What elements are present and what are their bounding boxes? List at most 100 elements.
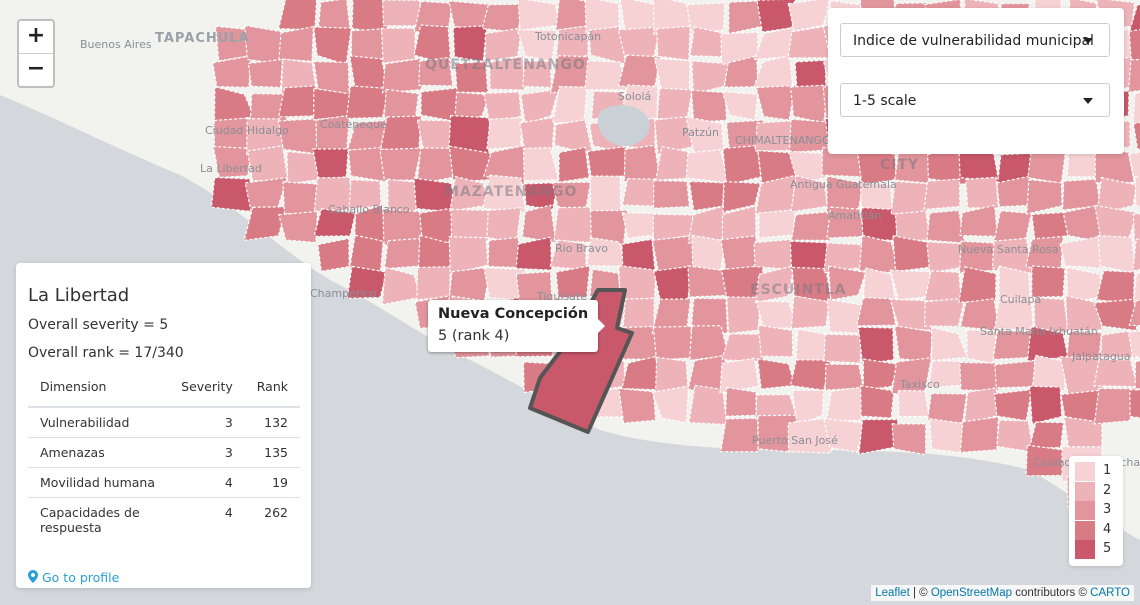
municipality-region[interactable]	[859, 384, 895, 419]
municipality-region[interactable]	[994, 360, 1036, 389]
scale-select[interactable]: 1-5 scale	[840, 83, 1110, 117]
municipality-region[interactable]	[926, 209, 966, 244]
row-severity: 3	[169, 406, 245, 438]
municipality-region[interactable]	[618, 387, 657, 424]
municipality-region[interactable]	[1128, 26, 1140, 64]
municipality-region[interactable]	[487, 236, 521, 269]
table-row: Movilidad humana 4 19	[28, 467, 300, 498]
overall-rank: Overall rank = 17/340	[28, 345, 184, 361]
tooltip-arrow	[598, 319, 606, 333]
zoom-out-button[interactable]: −	[19, 53, 53, 86]
municipality-region[interactable]	[278, 210, 319, 244]
municipality-region[interactable]	[519, 116, 556, 152]
municipality-region[interactable]	[380, 27, 416, 64]
go-to-profile-link[interactable]: Go to profile	[28, 570, 119, 585]
indicator-select[interactable]: Indice de vulnerabilidad municipal	[840, 23, 1110, 57]
legend-swatch	[1075, 462, 1095, 481]
municipality-region[interactable]	[757, 324, 794, 358]
municipality-region[interactable]	[894, 210, 931, 242]
place-label: Champerico	[310, 287, 377, 300]
municipality-region[interactable]	[1028, 421, 1065, 450]
municipality-region[interactable]	[312, 87, 353, 121]
zoom-in-button[interactable]: +	[19, 21, 53, 53]
municipality-region[interactable]	[719, 357, 760, 394]
municipality-region[interactable]	[486, 116, 523, 150]
municipality-region[interactable]	[825, 385, 867, 423]
place-label: CITY	[880, 157, 920, 173]
legend-swatch	[1075, 520, 1095, 540]
municipality-region[interactable]	[959, 416, 1000, 454]
municipality-region[interactable]	[892, 235, 932, 273]
municipality-region[interactable]	[690, 89, 728, 123]
municipality-region[interactable]	[553, 206, 594, 244]
municipality-region[interactable]	[790, 210, 832, 242]
municipality-region[interactable]	[927, 392, 968, 424]
municipality-region[interactable]	[286, 150, 320, 185]
municipality-region[interactable]	[1132, 212, 1140, 243]
municipality-region[interactable]	[724, 386, 757, 417]
place-label: La Libertad	[200, 162, 262, 175]
place-label: MAZATENANGO	[445, 184, 578, 200]
municipality-region[interactable]	[823, 333, 862, 364]
municipality-region[interactable]	[656, 25, 691, 61]
municipality-region[interactable]	[789, 240, 828, 273]
municipality-region[interactable]	[691, 234, 727, 271]
municipality-region[interactable]	[379, 147, 422, 182]
municipality-region[interactable]	[383, 88, 420, 121]
municipality-region[interactable]	[247, 58, 284, 89]
municipality-region[interactable]	[824, 363, 865, 391]
municipality-region[interactable]	[383, 237, 421, 270]
municipality-region[interactable]	[416, 266, 452, 301]
municipality-region[interactable]	[826, 298, 862, 334]
municipality-region[interactable]	[623, 144, 662, 183]
municipality-region[interactable]	[652, 179, 691, 209]
municipality-region[interactable]	[959, 361, 1000, 392]
legend-label: 1	[1103, 463, 1112, 478]
municipality-region[interactable]	[993, 388, 1033, 422]
municipality-region[interactable]	[521, 204, 557, 244]
municipality-region[interactable]	[656, 87, 693, 121]
municipality-region[interactable]	[1028, 385, 1063, 425]
municipality-region[interactable]	[897, 389, 930, 418]
info-panel: La Libertad Overall severity = 5 Overall…	[16, 263, 311, 588]
row-dimension: Amenazas	[28, 437, 170, 468]
municipality-region[interactable]	[349, 234, 384, 272]
municipality-region[interactable]	[923, 178, 961, 211]
municipality-region[interactable]	[1129, 389, 1140, 421]
go-to-profile-label: Go to profile	[41, 570, 120, 585]
leaflet-link[interactable]: Leaflet	[875, 587, 910, 599]
municipality-region[interactable]	[758, 209, 797, 239]
carto-link[interactable]: CARTO	[1090, 587, 1130, 599]
municipality-region[interactable]	[790, 295, 831, 330]
municipality-region[interactable]	[589, 175, 622, 216]
municipality-region[interactable]	[1061, 178, 1101, 211]
attribution: Leaflet | © OpenStreetMap contributors ©…	[871, 585, 1134, 601]
place-label: Rio Bravo	[555, 242, 608, 255]
legend-label: 5	[1103, 541, 1112, 556]
municipality-region[interactable]	[1127, 58, 1140, 93]
municipality-region[interactable]	[652, 325, 694, 361]
municipality-region[interactable]	[653, 265, 694, 303]
municipality-region[interactable]	[1134, 360, 1140, 390]
municipality-region[interactable]	[721, 333, 765, 363]
dimension-table: Dimension Severity Rank Vulnerabilidad 3 1…	[28, 373, 300, 542]
tooltip-value: 5 (rank 4)	[438, 328, 510, 344]
osm-link[interactable]: OpenStreetMap	[931, 587, 1012, 599]
municipality-region[interactable]	[1093, 358, 1138, 388]
municipality-region[interactable]	[923, 270, 963, 302]
place-label: Taxisco	[900, 378, 940, 391]
municipality-region[interactable]	[558, 146, 590, 183]
municipality-region[interactable]	[517, 0, 561, 32]
municipality-region[interactable]	[855, 296, 897, 327]
municipality-region[interactable]	[1031, 354, 1066, 392]
municipality-region[interactable]	[277, 0, 318, 31]
municipality-region[interactable]	[893, 325, 934, 363]
municipality-region[interactable]	[381, 57, 423, 94]
municipality-region[interactable]	[551, 85, 588, 124]
municipality-region[interactable]	[965, 176, 999, 209]
row-rank: 132	[244, 406, 300, 438]
municipality-region[interactable]	[789, 359, 832, 391]
map-marker-icon	[28, 570, 38, 583]
municipality-region[interactable]	[688, 180, 725, 212]
municipality-region[interactable]	[958, 266, 997, 304]
